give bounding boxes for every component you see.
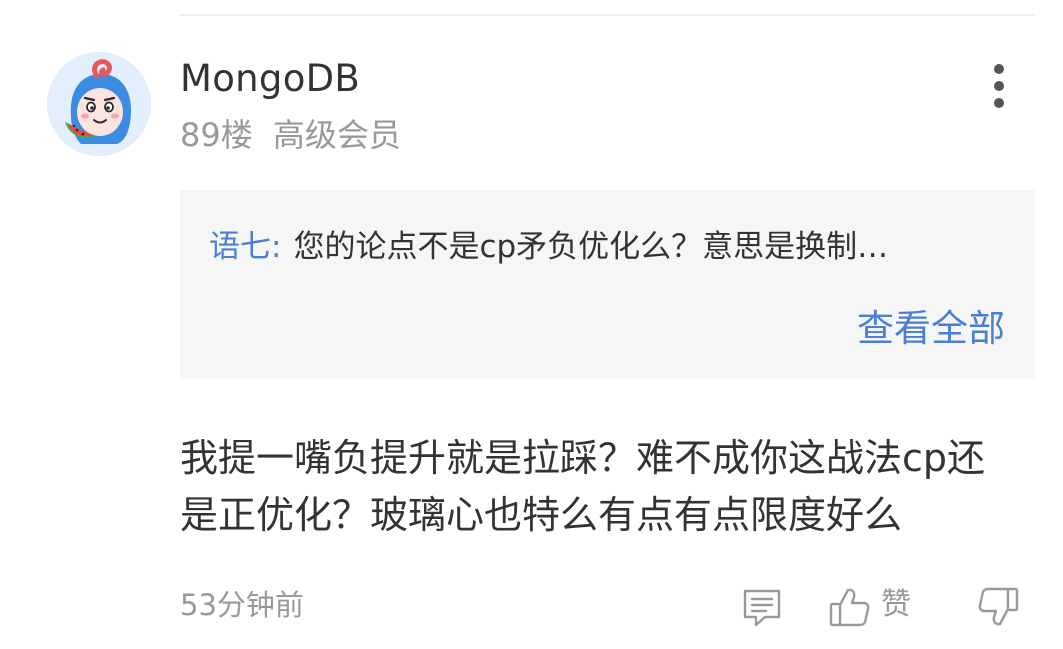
more-options-button[interactable] <box>976 58 1022 114</box>
reply-button[interactable] <box>740 586 784 630</box>
like-button[interactable]: 赞 <box>827 584 927 630</box>
comment-body-line: 我提一嘴负提升就是拉踩？难不成你这战法cp还 <box>180 436 986 480</box>
avatar-illustration <box>47 52 151 156</box>
view-all-link[interactable]: 查看全部 <box>857 305 1005 353</box>
reply-icon <box>743 589 781 627</box>
timestamp: 53分钟前 <box>180 588 304 622</box>
quote-line: 语七: 您的论点不是cp矛负优化么？意思是换制… <box>209 225 888 269</box>
username[interactable]: MongoDB <box>180 56 360 102</box>
member-level: 高级会员 <box>272 116 401 154</box>
more-vertical-icon <box>994 64 1004 74</box>
comment-body-line: 是正优化？玻璃心也特么有点有点限度好么 <box>180 493 903 537</box>
comment-body: 我提一嘴负提升就是拉踩？难不成你这战法cp还 是正优化？玻璃心也特么有点有点限度… <box>180 430 1040 544</box>
quote-text: 您的论点不是cp矛负优化么？意思是换制… <box>293 229 889 265</box>
thumbs-down-icon <box>978 587 1019 626</box>
more-vertical-icon <box>994 81 1004 91</box>
thumbs-up-icon <box>829 588 870 627</box>
dislike-button[interactable] <box>975 584 1021 630</box>
more-vertical-icon <box>994 98 1004 108</box>
comment-meta: 89楼 高级会员 <box>180 113 401 157</box>
top-divider <box>180 14 1035 16</box>
floor-number: 89楼 <box>180 116 253 154</box>
like-label: 赞 <box>881 587 911 622</box>
quote-author[interactable]: 语七: <box>209 229 281 265</box>
avatar[interactable] <box>47 52 151 156</box>
quoted-comment[interactable]: 语七: 您的论点不是cp矛负优化么？意思是换制… 查看全部 <box>180 190 1035 379</box>
